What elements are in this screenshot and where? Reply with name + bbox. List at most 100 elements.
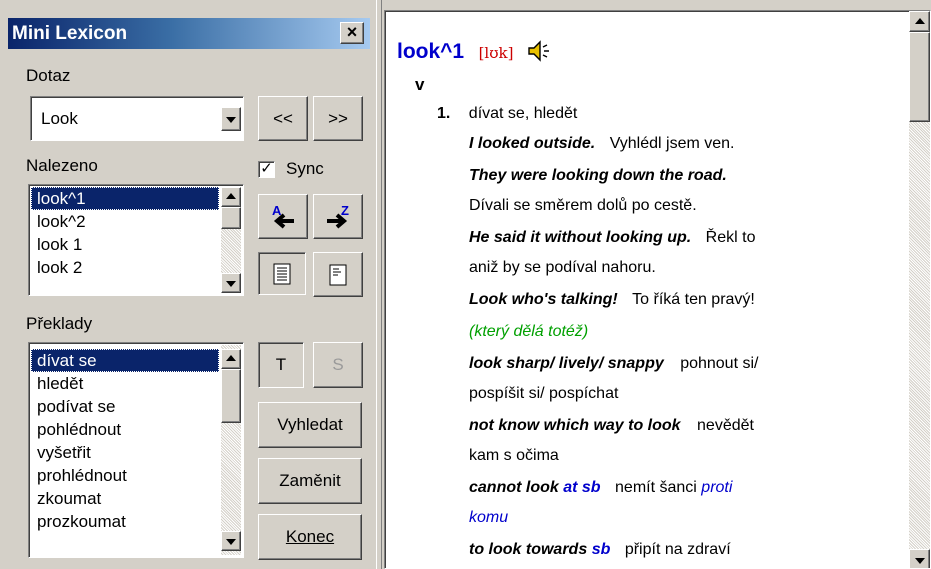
scroll-thumb[interactable] [221,207,241,229]
translation-object: proti [701,479,733,496]
example-text: to look towards [469,541,588,558]
example-translation: nevědět [697,417,754,434]
list-item[interactable]: podívat se [31,395,219,418]
list-item[interactable]: prozkoumat [31,510,219,533]
scroll-down-button[interactable] [909,549,930,568]
found-scrollbar[interactable] [221,187,241,293]
swap-button[interactable]: Zaměnit [258,458,362,504]
sense-number: 1. [437,105,451,122]
chevron-down-icon [226,539,236,545]
scroll-up-button[interactable] [221,187,241,207]
example-translation: Vyhlédl jsem ven. [609,135,735,152]
speaker-icon[interactable] [526,39,554,63]
splitter[interactable] [376,0,382,569]
example-line: to look towards sb připít na zdraví [469,541,731,559]
example-text: not know which way to look [469,417,681,434]
swap-label: Zaměnit [279,471,341,490]
list-item[interactable]: prohlédnout [31,464,219,487]
view-page-button[interactable] [313,252,363,297]
example-object: at sb [563,479,601,496]
example-translation: To říká ten pravý! [632,291,755,308]
list-item[interactable]: hledět [31,372,219,395]
close-button[interactable]: × [340,22,364,44]
sense-translation: dívat se, hledět [468,105,578,122]
search-label: Vyhledat [277,415,343,434]
example-text: I looked outside. [469,135,596,152]
example-translation: aniž by se podíval nahoru. [469,259,656,276]
view-full-text-icon [273,263,291,284]
translations-scrollbar[interactable] [221,345,241,555]
query-value: Look [41,109,78,128]
mini-lexicon-panel: Mini Lexicon × Dotaz Look << >> Nalezeno… [0,0,376,569]
example-translation: kam s očima [469,447,559,464]
list-item[interactable]: look^1 [31,187,219,210]
sort-a-left-icon: A [272,203,294,229]
sort-z-right-icon: Z [327,203,349,229]
view-full-button[interactable] [258,252,306,295]
sync-checkbox[interactable]: ✓ [258,161,275,178]
example-line: aniž by se podíval nahoru. [469,259,656,277]
entry-view[interactable]: look^1 [lʊk] v 1. dívat se, hledět I loo… [384,10,931,569]
found-listbox[interactable]: look^1 look^2 look 1 look 2 [28,184,244,296]
chevron-up-icon [226,355,236,361]
s-toggle-button[interactable]: S [313,342,363,388]
scroll-thumb[interactable] [221,369,241,423]
chevron-down-icon [226,281,236,287]
scroll-up-button[interactable] [221,349,241,369]
example-text: look sharp/ lively/ snappy [469,355,664,372]
example-line: (který dělá totéž) [469,323,588,341]
list-item[interactable]: pohlédnout [31,418,219,441]
close-icon: × [346,22,358,42]
query-dropdown-button[interactable] [221,107,241,131]
example-line: Look who's talking! To říká ten pravý! [469,291,755,309]
scroll-down-button[interactable] [221,273,241,293]
svg-text:Z: Z [341,203,349,218]
title-bar: Mini Lexicon × [8,18,370,49]
chevron-up-icon [914,17,925,24]
sort-descending-button[interactable]: Z [313,194,363,239]
chevron-down-icon [226,117,236,123]
chevron-down-icon [914,557,925,564]
example-text: They were looking down the road. [469,167,727,184]
scroll-thumb[interactable] [909,32,930,122]
scroll-up-button[interactable] [909,11,930,32]
end-button[interactable]: Konec [258,514,362,560]
query-combobox[interactable]: Look [30,96,244,141]
sync-checkbox-row[interactable]: ✓ Sync [258,158,358,182]
list-item[interactable]: look^2 [31,210,219,233]
sort-ascending-button[interactable]: A [258,194,308,239]
end-label: Konec [285,527,335,546]
example-text: Look who's talking! [469,291,618,308]
example-text: He said it without looking up. [469,229,692,246]
example-line: not know which way to look nevědět [469,417,754,435]
example-line: He said it without looking up. Řekl to [469,229,755,247]
list-item[interactable]: vyšetřit [31,441,219,464]
example-translation: připít na zdraví [624,541,731,558]
list-item[interactable]: look 2 [31,256,219,279]
scroll-down-button[interactable] [221,531,241,551]
example-line: komu [469,509,508,527]
prev-button[interactable]: << [258,96,308,141]
t-toggle-button[interactable]: T [258,342,304,388]
example-line: look sharp/ lively/ snappy pohnout si/ [469,355,758,373]
example-line: They were looking down the road. [469,167,727,185]
example-translation: Řekl to [705,229,756,246]
example-line: Dívali se směrem dolů po cestě. [469,197,697,215]
window-title: Mini Lexicon [12,23,128,44]
list-item[interactable]: zkoumat [31,487,219,510]
example-line: kam s očima [469,447,559,465]
example-object: sb [591,541,611,558]
translations-listbox[interactable]: dívat se hledět podívat se pohlédnout vy… [28,342,244,558]
next-button[interactable]: >> [313,96,363,141]
list-item[interactable]: dívat se [31,349,219,372]
example-line: I looked outside. Vyhlédl jsem ven. [469,135,734,153]
headword-row: look^1 [lʊk] [397,39,554,69]
headword: look^1 [397,40,465,63]
entry-scrollbar[interactable] [909,11,930,568]
search-button[interactable]: Vyhledat [258,402,362,448]
list-item[interactable]: look 1 [31,233,219,256]
next-label: >> [328,108,348,128]
phonetic: [lʊk] [478,44,514,62]
sync-label: Sync [286,159,324,178]
t-label: T [275,355,287,374]
